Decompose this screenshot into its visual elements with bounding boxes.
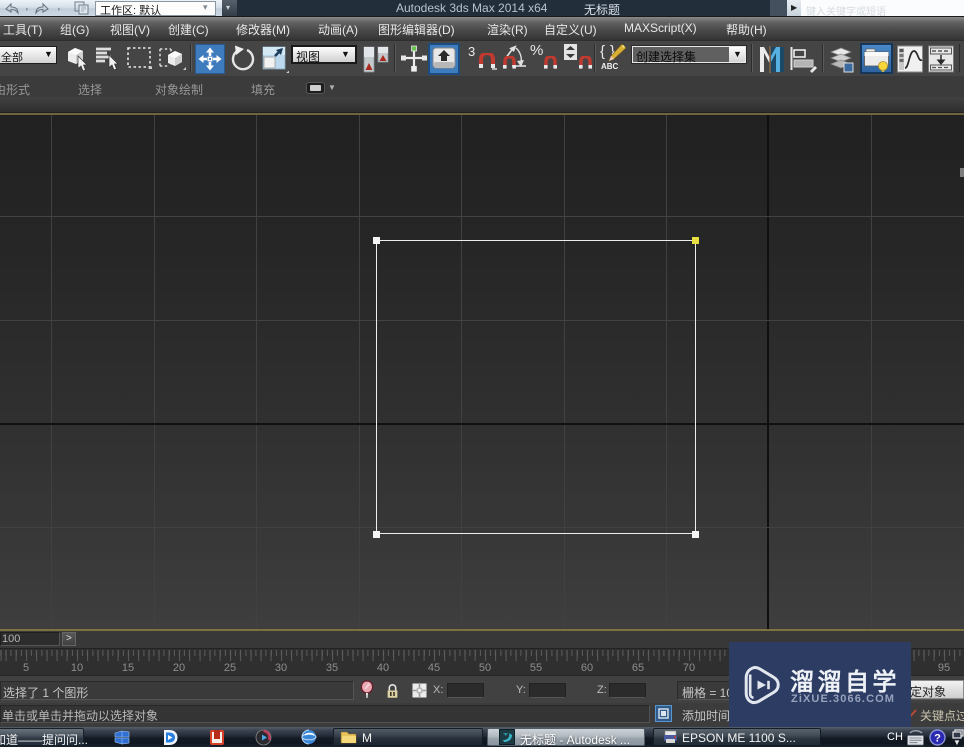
svg-text:?: ? (934, 733, 941, 745)
